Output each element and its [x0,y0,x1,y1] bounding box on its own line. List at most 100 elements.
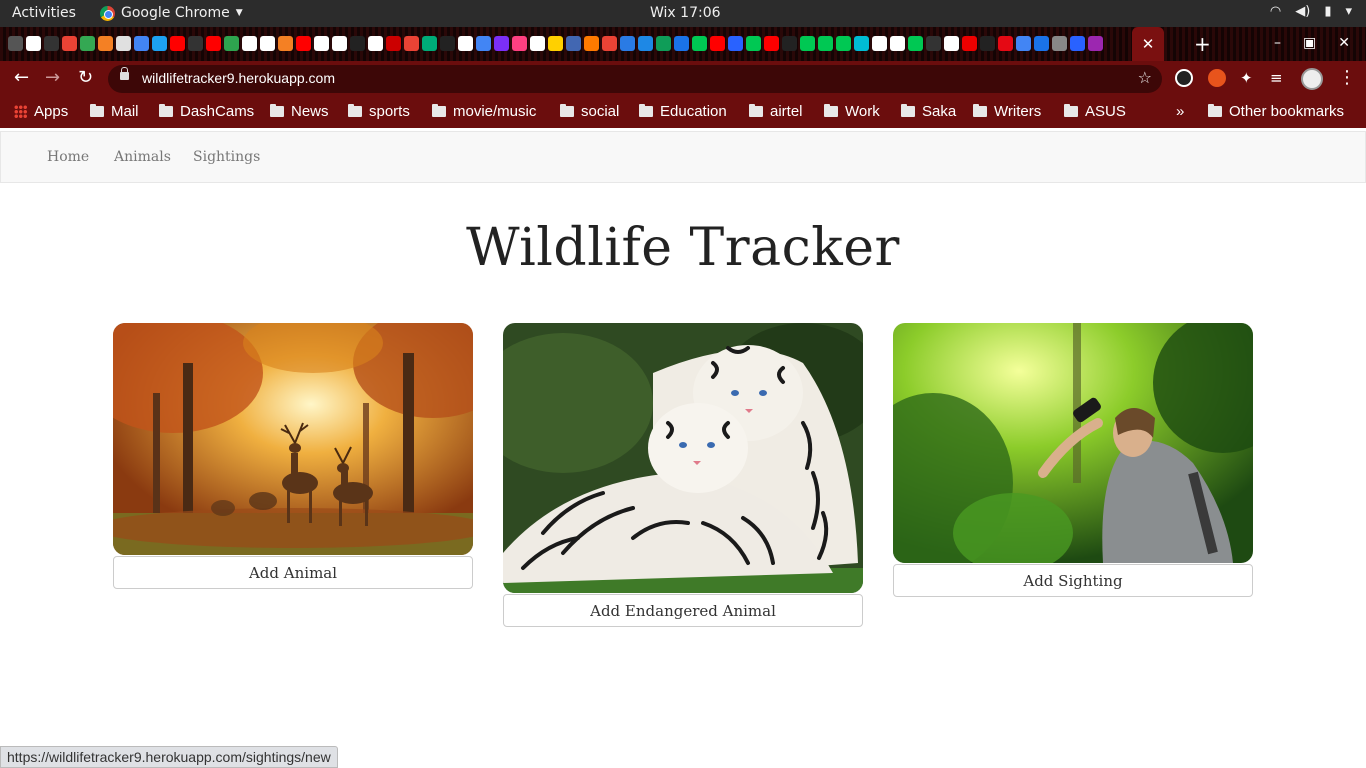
pinned-tab-favicon-icon[interactable] [1034,36,1049,51]
app-menu[interactable]: Google Chrome ▼ [100,5,243,21]
pinned-tab-favicon-icon[interactable] [422,36,437,51]
bookmark-folder-writers[interactable]: Writers [973,103,1041,120]
add-sighting-button[interactable]: Add Sighting [893,564,1253,597]
maximize-button[interactable]: ▣ [1303,35,1316,51]
bookmark-star-icon[interactable]: ☆ [1138,68,1152,87]
pinned-tab-favicon-icon[interactable] [782,36,797,51]
url-text[interactable]: wildlifetracker9.herokuapp.com [142,70,335,86]
system-tray[interactable]: ◠ ◀) ▮ ▾ [1270,4,1352,19]
pinned-tab-favicon-icon[interactable] [152,36,167,51]
pinned-tab-favicon-icon[interactable] [332,36,347,51]
pinned-tab-favicon-icon[interactable] [854,36,869,51]
pinned-tab-favicon-icon[interactable] [566,36,581,51]
close-tab-icon[interactable]: ✕ [1142,35,1155,53]
bookmarks-overflow-button[interactable]: » [1176,103,1184,120]
pinned-tab-favicon-icon[interactable] [1070,36,1085,51]
bookmark-folder-asus[interactable]: ASUS [1064,103,1126,120]
bookmark-folder-news[interactable]: News [270,103,329,120]
bookmark-folder-education[interactable]: Education [639,103,727,120]
back-button[interactable]: ← [14,67,29,88]
bookmark-folder-other[interactable]: Other bookmarks [1208,103,1344,120]
pinned-tab-favicon-icon[interactable] [998,36,1013,51]
pinned-tab-favicon-icon[interactable] [890,36,905,51]
pinned-tab-favicon-icon[interactable] [350,36,365,51]
pinned-tab-favicon-icon[interactable] [944,36,959,51]
pinned-tab-favicon-icon[interactable] [116,36,131,51]
bookmark-apps[interactable]: Apps [14,103,68,120]
pinned-tab-favicon-icon[interactable] [206,36,221,51]
nav-link-home[interactable]: Home [47,149,89,165]
reload-button[interactable]: ↻ [78,67,93,88]
pinned-tab-favicon-icon[interactable] [62,36,77,51]
pinned-tab-favicon-icon[interactable] [224,36,239,51]
forward-button[interactable]: → [45,67,60,88]
pinned-tab-favicon-icon[interactable] [746,36,761,51]
pinned-tab-favicon-icon[interactable] [710,36,725,51]
puzzle-extensions-icon[interactable]: ✦ [1240,69,1258,87]
pinned-tab-favicon-icon[interactable] [638,36,653,51]
pinned-tab-favicon-icon[interactable] [836,36,851,51]
pinned-tab-favicon-icon[interactable] [440,36,455,51]
close-window-button[interactable]: ✕ [1338,35,1350,51]
pinned-tab-favicon-icon[interactable] [926,36,941,51]
pinned-tab-favicon-icon[interactable] [296,36,311,51]
pinned-tab-favicon-icon[interactable] [674,36,689,51]
pinned-tab-favicon-icon[interactable] [368,36,383,51]
bookmark-folder-sports[interactable]: sports [348,103,410,120]
profile-avatar[interactable] [1301,68,1323,90]
pinned-tab-favicon-icon[interactable] [818,36,833,51]
bookmark-folder-work[interactable]: Work [824,103,880,120]
pinned-tab-favicon-icon[interactable] [476,36,491,51]
bookmark-folder-mail[interactable]: Mail [90,103,139,120]
pinned-tab-favicon-icon[interactable] [602,36,617,51]
pinned-tab-favicon-icon[interactable] [530,36,545,51]
pinned-tab-favicon-icon[interactable] [962,36,977,51]
kebab-menu-icon[interactable]: ⋮ [1338,67,1356,88]
pinned-tab-favicon-icon[interactable] [584,36,599,51]
pinned-tab-favicon-icon[interactable] [980,36,995,51]
pinned-tab-favicon-icon[interactable] [8,36,23,51]
pinned-tab-favicon-icon[interactable] [656,36,671,51]
pinned-tab-favicon-icon[interactable] [1052,36,1067,51]
pinned-tab-favicon-icon[interactable] [728,36,743,51]
add-animal-button[interactable]: Add Animal [113,556,473,589]
pinned-tab-favicon-icon[interactable] [458,36,473,51]
nav-link-animals[interactable]: Animals [114,149,171,165]
pinned-tab-favicon-icon[interactable] [404,36,419,51]
active-tab[interactable]: ✕ [1132,27,1164,61]
pinned-tab-favicon-icon[interactable] [1088,36,1103,51]
lock-icon[interactable] [120,67,129,80]
github-extension-icon[interactable] [1175,69,1193,87]
pinned-tab-favicon-icon[interactable] [800,36,815,51]
pinned-tab-favicon-icon[interactable] [314,36,329,51]
bookmark-folder-saka[interactable]: Saka [901,103,956,120]
media-control-icon[interactable]: ≡ [1270,69,1288,87]
pinned-tab-favicon-icon[interactable] [1016,36,1031,51]
new-tab-button[interactable]: + [1194,32,1211,56]
address-bar[interactable]: wildlifetracker9.herokuapp.com ☆ [108,65,1162,93]
pinned-tab-favicon-icon[interactable] [242,36,257,51]
pinned-tab-favicon-icon[interactable] [620,36,635,51]
pinned-tab-favicon-icon[interactable] [872,36,887,51]
pinned-tab-favicon-icon[interactable] [908,36,923,51]
bookmark-folder-social[interactable]: social [560,103,619,120]
clock[interactable]: Wix 17:06 [650,5,721,21]
bookmark-folder-airtel[interactable]: airtel [749,103,803,120]
pinned-tab-favicon-icon[interactable] [512,36,527,51]
pinned-tab-favicon-icon[interactable] [80,36,95,51]
pinned-tab-favicon-icon[interactable] [188,36,203,51]
pinned-tab-favicon-icon[interactable] [386,36,401,51]
pinned-tab-favicon-icon[interactable] [170,36,185,51]
pinned-tab-favicon-icon[interactable] [494,36,509,51]
bookmark-folder-dashcams[interactable]: DashCams [159,103,254,120]
pinned-tab-favicon-icon[interactable] [764,36,779,51]
pinned-tab-favicon-icon[interactable] [26,36,41,51]
pinned-tab-favicon-icon[interactable] [98,36,113,51]
extension-icon[interactable] [1208,69,1226,87]
bookmark-folder-movie-music[interactable]: movie/music [432,103,536,120]
pinned-tab-favicon-icon[interactable] [260,36,275,51]
pinned-tab-favicon-icon[interactable] [692,36,707,51]
pinned-tab-favicon-icon[interactable] [548,36,563,51]
add-endangered-animal-button[interactable]: Add Endangered Animal [503,594,863,627]
minimize-button[interactable]: – [1274,35,1281,51]
